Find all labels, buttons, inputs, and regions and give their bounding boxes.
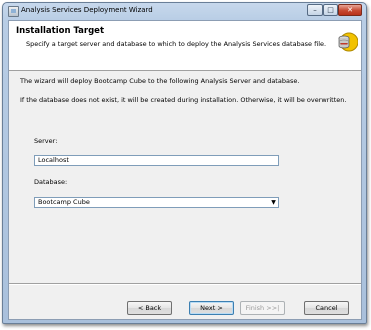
footer-divider (9, 283, 361, 285)
server-label: Server: (34, 137, 58, 145)
maximize-button[interactable]: □ (323, 4, 338, 16)
database-dropdown-value: Bootcamp Cube (38, 198, 90, 206)
window-title: Analysis Services Deployment Wizard (21, 6, 153, 14)
wizard-client-area: Installation Target Specify a target ser… (8, 20, 362, 320)
database-label: Database: (34, 178, 68, 186)
page-title: Installation Target (16, 26, 105, 36)
title-bar: Analysis Services Deployment Wizard – □ … (3, 3, 366, 20)
close-button[interactable]: ✕ (338, 4, 362, 16)
minimize-button[interactable]: – (307, 4, 323, 16)
description-text-2: If the database does not exist, it will … (20, 96, 347, 104)
page-subtitle: Specify a target server and database to … (26, 40, 327, 48)
next-button[interactable]: Next > (189, 301, 234, 315)
server-input-value: Localhost (38, 156, 69, 164)
chevron-down-icon[interactable]: ▼ (269, 198, 278, 207)
description-text-1: The wizard will deploy Bootcamp Cube to … (20, 77, 300, 85)
back-button[interactable]: < Back (127, 301, 172, 315)
cancel-button[interactable]: Cancel (304, 301, 349, 315)
finish-button[interactable]: Finish >>| (240, 301, 285, 315)
database-deploy-icon (338, 32, 358, 52)
wizard-window: Analysis Services Deployment Wizard – □ … (2, 2, 367, 324)
database-dropdown[interactable]: Bootcamp Cube ▼ (34, 197, 279, 208)
app-icon (8, 6, 19, 17)
wizard-header: Installation Target Specify a target ser… (9, 21, 361, 71)
server-input[interactable]: Localhost (34, 155, 279, 166)
